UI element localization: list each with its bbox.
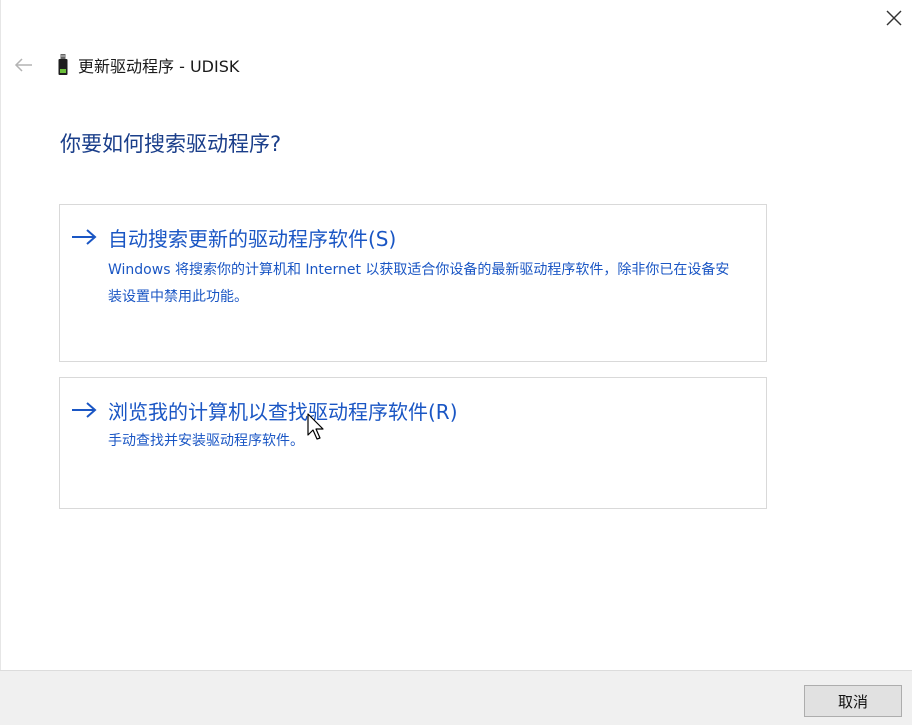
back-button[interactable]: [12, 53, 36, 77]
browse-computer-option[interactable]: 浏览我的计算机以查找驱动程序软件(R) 手动查找并安装驱动程序软件。: [59, 377, 767, 509]
auto-search-title: 自动搜索更新的驱动程序软件(S): [108, 227, 397, 251]
usb-drive-icon: [58, 54, 68, 75]
close-icon: [886, 10, 902, 26]
browse-computer-description: 手动查找并安装驱动程序软件。: [108, 433, 304, 449]
wizard-footer: 取消: [0, 670, 912, 725]
wizard-title: 更新驱动程序 - UDISK: [78, 57, 240, 76]
back-arrow-icon: [14, 58, 32, 72]
page-question: 你要如何搜索驱动程序?: [60, 132, 282, 156]
browse-computer-title: 浏览我的计算机以查找驱动程序软件(R): [108, 400, 458, 424]
auto-search-option[interactable]: 自动搜索更新的驱动程序软件(S) Windows 将搜索你的计算机和 Inter…: [59, 204, 767, 362]
auto-search-description: Windows 将搜索你的计算机和 Internet 以获取适合你设备的最新驱动…: [108, 262, 730, 305]
right-arrow-icon: [72, 229, 97, 245]
window-left-border: [0, 0, 1, 670]
right-arrow-icon: [72, 402, 97, 418]
wizard-header: 更新驱动程序 - UDISK: [12, 52, 239, 78]
cancel-button[interactable]: 取消: [804, 685, 902, 717]
close-button[interactable]: [882, 6, 906, 30]
